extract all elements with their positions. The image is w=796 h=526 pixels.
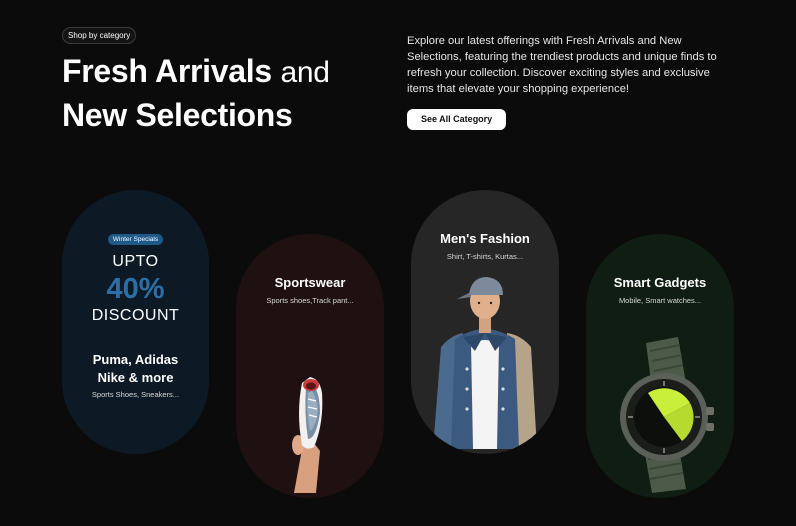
winter-specials-chip: Winter Specials [107, 234, 164, 245]
page-title: Fresh Arrivals and New Selections [62, 50, 330, 137]
sneaker-image [236, 353, 384, 498]
promo-brands-line1: Puma, Adidas [92, 352, 179, 367]
section-description: Explore our latest offerings with Fresh … [407, 35, 717, 95]
promo-discount: DISCOUNT [91, 307, 180, 324]
hand-holding-sneaker-icon [292, 377, 323, 493]
sportswear-subtitle: Sports shoes,Track pant... [266, 296, 354, 305]
title-bold-1: Fresh Arrivals [62, 53, 272, 89]
smart-gadgets-subtitle: Mobile, Smart watches... [618, 296, 702, 305]
man-image [411, 259, 559, 454]
title-light: and [280, 56, 330, 89]
sportswear-card[interactable]: Sportswear Sports shoes,Track pant... [236, 234, 384, 498]
smart-gadgets-title: Smart Gadgets [613, 275, 707, 290]
title-bold-2: New Selections [62, 97, 293, 133]
smart-gadgets-card[interactable]: Smart Gadgets Mobile, Smart watches... [586, 234, 734, 498]
mens-fashion-title: Men's Fashion [440, 231, 530, 246]
sportswear-title: Sportswear [274, 275, 346, 290]
smart-watch-icon [620, 337, 714, 493]
section-badge: Shop by category [62, 27, 137, 44]
see-all-category-button[interactable]: See All Category [407, 109, 507, 130]
promo-brands-line2: Nike & more [97, 370, 174, 385]
promo-upto: UPTO [112, 253, 159, 270]
promo-brands: Puma, Adidas Nike & more [62, 351, 209, 387]
promo-percent: 40% [106, 273, 165, 305]
mens-fashion-card[interactable]: Men's Fashion Shirt, T-shirts, Kurtas... [411, 190, 559, 454]
promo-card[interactable]: Winter Specials UPTO 40% DISCOUNT Puma, … [62, 190, 209, 454]
man-in-jacket-icon [433, 277, 537, 449]
promo-subtitle: Sports Shoes, Sneakers... [91, 390, 180, 399]
watch-image [586, 323, 734, 498]
